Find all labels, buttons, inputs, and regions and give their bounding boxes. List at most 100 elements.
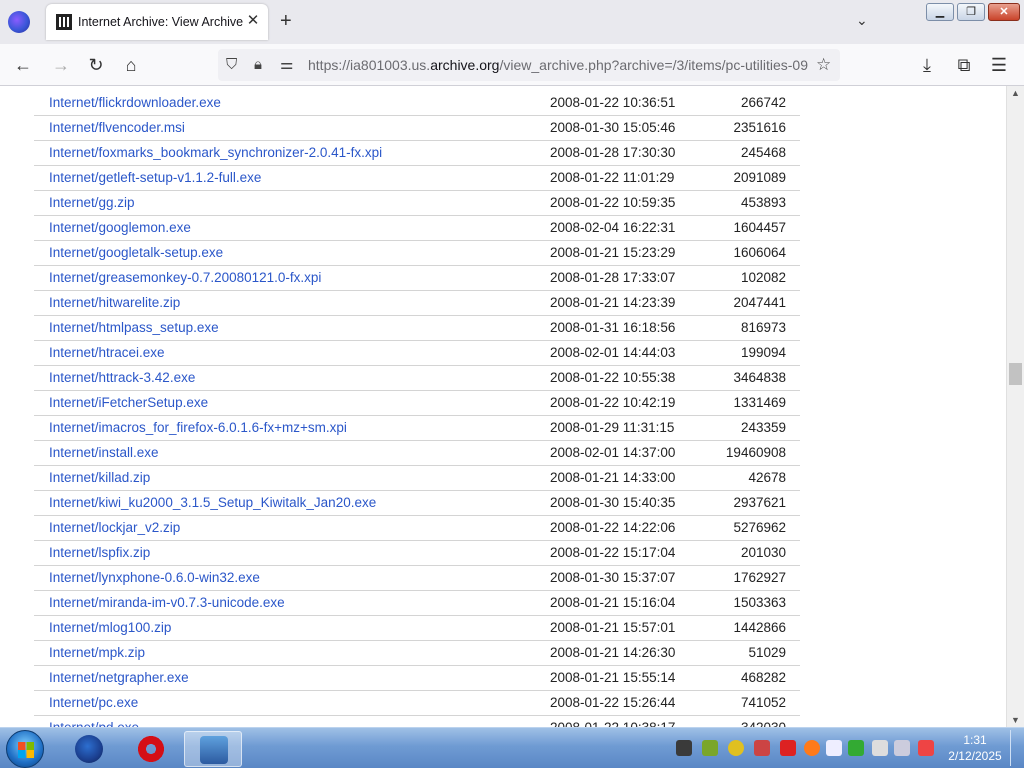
table-row: Internet/pc.exe 2008-01-22 15:26:44 741052 <box>34 690 800 716</box>
tray-document-icon[interactable] <box>826 740 842 756</box>
file-link[interactable]: Internet/miranda-im-v0.7.3-unicode.exe <box>49 595 285 610</box>
file-size: 1503363 <box>694 590 800 616</box>
tab-close-icon[interactable]: ✕ <box>244 12 262 30</box>
file-size: 2937621 <box>694 490 800 516</box>
file-name-cell: Internet/mlog100.zip <box>34 615 534 641</box>
file-link[interactable]: Internet/mpk.zip <box>49 645 145 660</box>
home-icon[interactable]: ⌂ <box>120 54 142 76</box>
file-link[interactable]: Internet/greasemonkey-0.7.20080121.0-fx.… <box>49 270 321 285</box>
file-name-cell: Internet/htmlpass_setup.exe <box>34 315 534 341</box>
tray-network-icon[interactable] <box>894 740 910 756</box>
archive-favicon-icon <box>56 14 72 30</box>
file-link[interactable]: Internet/imacros_for_firefox-6.0.1.6-fx+… <box>49 420 347 435</box>
file-link[interactable]: Internet/httrack-3.42.exe <box>49 370 195 385</box>
bookmark-star-icon[interactable]: ☆ <box>816 55 831 75</box>
list-all-tabs-icon[interactable]: ⌄ <box>856 12 868 29</box>
file-link[interactable]: Internet/killad.zip <box>49 470 150 485</box>
new-tab-icon[interactable]: + <box>280 11 292 31</box>
file-name-cell: Internet/hitwarelite.zip <box>34 290 534 316</box>
file-link[interactable]: Internet/getleft-setup-v1.1.2-full.exe <box>49 170 261 185</box>
file-date: 2008-01-21 15:16:04 <box>534 590 694 616</box>
file-link[interactable]: Internet/iFetcherSetup.exe <box>49 395 208 410</box>
table-row: Internet/flvencoder.msi 2008-01-30 15:05:… <box>34 115 800 141</box>
file-link[interactable]: Internet/googletalk-setup.exe <box>49 245 223 260</box>
file-link[interactable]: Internet/kiwi_ku2000_3.1.5_Setup_Kiwital… <box>49 495 376 510</box>
file-link[interactable]: Internet/htracei.exe <box>49 345 165 360</box>
file-name-cell: Internet/kiwi_ku2000_3.1.5_Setup_Kiwital… <box>34 490 534 516</box>
tray-shield-icon[interactable] <box>702 740 718 756</box>
table-row: Internet/httrack-3.42.exe 2008-01-22 10:5… <box>34 365 800 391</box>
restore-button[interactable]: ❐ <box>957 3 985 21</box>
extensions-icon[interactable]: ⧉ <box>953 54 975 76</box>
minimize-button[interactable]: ▁ <box>926 3 954 21</box>
menu-icon[interactable]: ☰ <box>988 54 1010 76</box>
table-row: Internet/flickrdownloader.exe 2008-01-22 … <box>34 90 800 116</box>
file-link[interactable]: Internet/htmlpass_setup.exe <box>49 320 219 335</box>
file-date: 2008-01-29 11:31:15 <box>534 415 694 441</box>
file-link[interactable]: Internet/netgrapher.exe <box>49 670 189 685</box>
permissions-icon[interactable]: ⚌ <box>280 56 293 74</box>
taskbar-archive-app[interactable] <box>184 731 242 767</box>
file-link[interactable]: Internet/hitwarelite.zip <box>49 295 180 310</box>
file-link[interactable]: Internet/googlemon.exe <box>49 220 191 235</box>
file-date: 2008-01-21 15:55:14 <box>534 665 694 691</box>
file-link[interactable]: Internet/install.exe <box>49 445 159 460</box>
file-link[interactable]: Internet/lockjar_v2.zip <box>49 520 180 535</box>
tray-acrobat-icon[interactable] <box>780 740 796 756</box>
file-date: 2008-01-31 16:18:56 <box>534 315 694 341</box>
page-content: Internet/flickrdownloader.exe 2008-01-22 … <box>0 86 1006 727</box>
taskbar-firefox[interactable] <box>60 731 118 767</box>
tray-check-icon[interactable] <box>848 740 864 756</box>
tray-eco-icon[interactable] <box>676 740 692 756</box>
forward-icon[interactable]: → <box>50 54 72 76</box>
back-icon[interactable]: ← <box>12 54 34 76</box>
file-size: 453893 <box>694 190 800 216</box>
file-name-cell: Internet/pd.exe <box>34 715 534 727</box>
tray-orange-icon[interactable] <box>804 740 820 756</box>
file-size: 266742 <box>694 90 800 116</box>
lock-icon[interactable]: 🔒︎ <box>254 56 262 74</box>
file-name-cell: Internet/netgrapher.exe <box>34 665 534 691</box>
start-button[interactable] <box>6 730 44 768</box>
taskbar-opera[interactable] <box>122 731 180 767</box>
firefox-menu-icon[interactable] <box>8 11 30 33</box>
file-link[interactable]: Internet/gg.zip <box>49 195 135 210</box>
scroll-up-icon[interactable]: ▲ <box>1011 88 1020 98</box>
tray-smiley-icon[interactable] <box>728 740 744 756</box>
shield-icon[interactable]: ⛉ <box>226 56 237 74</box>
file-name-cell: Internet/imacros_for_firefox-6.0.1.6-fx+… <box>34 415 534 441</box>
table-row: Internet/lspfix.zip 2008-01-22 15:17:04 20… <box>34 540 800 566</box>
scrollbar-thumb[interactable] <box>1009 363 1022 385</box>
file-date: 2008-01-22 10:38:17 <box>534 715 694 727</box>
downloads-icon[interactable]: ⤓ <box>916 54 938 76</box>
file-size: 201030 <box>694 540 800 566</box>
file-link[interactable]: Internet/flickrdownloader.exe <box>49 95 221 110</box>
tray-flag-icon[interactable] <box>872 740 888 756</box>
reload-icon[interactable]: ↻ <box>85 54 107 76</box>
show-desktop-button[interactable] <box>1010 730 1022 766</box>
url-text[interactable]: https://ia801003.us.archive.org/view_arc… <box>308 57 808 73</box>
file-date: 2008-01-22 15:26:44 <box>534 690 694 716</box>
file-link[interactable]: Internet/lynxphone-0.6.0-win32.exe <box>49 570 260 585</box>
file-name-cell: Internet/getleft-setup-v1.1.2-full.exe <box>34 165 534 191</box>
close-window-button[interactable]: ✕ <box>988 3 1020 21</box>
tray-volume-muted-icon[interactable] <box>918 740 934 756</box>
restore-icon: ❐ <box>966 6 976 18</box>
scroll-down-icon[interactable]: ▼ <box>1011 715 1020 725</box>
file-date: 2008-01-22 10:36:51 <box>534 90 694 116</box>
tab-title: Internet Archive: View Archive <box>78 15 244 29</box>
file-link[interactable]: Internet/flvencoder.msi <box>49 120 185 135</box>
taskbar-clock[interactable]: 1:31 2/12/2025 <box>944 732 1006 764</box>
url-bar[interactable]: ⛉ 🔒︎ ⚌ https://ia801003.us.archive.org/v… <box>218 49 840 81</box>
tray-tools-icon[interactable] <box>754 740 770 756</box>
file-link[interactable]: Internet/pd.exe <box>49 720 139 727</box>
file-link[interactable]: Internet/mlog100.zip <box>49 620 171 635</box>
file-link[interactable]: Internet/pc.exe <box>49 695 138 710</box>
file-date: 2008-01-22 10:55:38 <box>534 365 694 391</box>
file-link[interactable]: Internet/lspfix.zip <box>49 545 150 560</box>
file-link[interactable]: Internet/foxmarks_bookmark_synchronizer-… <box>49 145 382 160</box>
vertical-scrollbar[interactable]: ▲ ▼ <box>1006 86 1024 727</box>
file-size: 816973 <box>694 315 800 341</box>
tab-internet-archive[interactable]: Internet Archive: View Archive ✕ <box>46 4 268 40</box>
file-name-cell: Internet/pc.exe <box>34 690 534 716</box>
